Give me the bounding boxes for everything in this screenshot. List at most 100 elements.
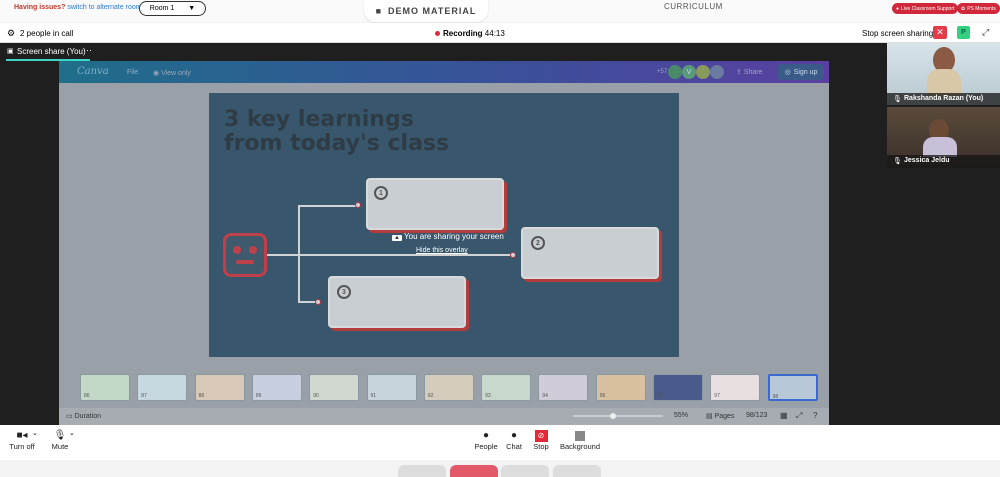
people-label: People [474,442,498,451]
thumbnail-page-number: 96 [657,393,663,399]
background-label: Background [559,442,601,451]
zoom-level: 55% [674,412,689,419]
room-selector[interactable]: Room 1 ▼ [139,1,206,16]
close-icon: ✕ [936,27,944,37]
slide-thumbnail[interactable]: 88 [194,374,245,401]
background-button[interactable]: Background [558,430,602,451]
background-icon [575,431,585,441]
issues-text: Having issues? [14,4,66,11]
bottom-tab[interactable] [553,465,601,477]
pages-icon: ▤ [706,413,713,420]
people-count: 2 people in call [20,29,74,38]
page-counter: 98/123 [746,412,768,419]
canva-signup-button[interactable]: ◎ Sign up [778,64,824,80]
learning-number-3: 3 [337,285,351,299]
user-avatar-badge[interactable]: P [957,26,970,39]
slide-thumbnail[interactable]: 95 [595,374,646,401]
call-toolbar [0,425,1000,460]
connector-line [298,205,358,207]
slide-title-line1: 3 key learnings [224,107,414,132]
duration-button[interactable]: ▭ Duration [66,412,101,420]
stop-share-icon: ⊘ [534,430,548,442]
curriculum-link[interactable]: CURRICULUM [664,2,723,11]
caret-down-icon: ▼ [188,5,196,12]
thumbnail-page-number: 86 [84,393,90,399]
recording-status: Recording 44:13 [435,29,505,38]
help-icon[interactable]: ? [813,411,817,420]
participant-name: Rakshanda Razan (You) [904,95,984,102]
participant-tile-self[interactable]: 🎙 Rakshanda Razan (You) [887,43,1000,105]
bottom-tab[interactable] [501,465,549,477]
participant-tile-jessica[interactable]: 🎙 Jessica Jeldu [887,107,1000,168]
people-icon: ● [482,430,490,441]
people-button[interactable]: ● People [472,430,500,451]
zoom-slider-handle[interactable] [610,413,616,419]
thumbnail-page-number: 97 [714,393,720,399]
canva-logo: Canva [77,66,109,77]
live-support-button[interactable]: ● Live Classroom Support [892,3,959,14]
grid-view-icon[interactable]: ▦ [780,411,788,420]
chat-icon: ● [510,430,518,441]
fullscreen-icon[interactable]: ⤢ [796,411,802,421]
learning-number-1: 1 [374,186,388,200]
slide-thumbnail[interactable]: 97 [710,374,761,401]
slide-thumbnail[interactable]: 92 [423,374,474,401]
slide-thumbnail[interactable]: 87 [137,374,188,401]
chat-label: Chat [506,442,522,451]
live-support-label: Live Classroom Support [901,5,955,12]
learning-box-3: 3 [328,276,466,328]
slide-thumbnail[interactable]: 98 [767,374,818,401]
stop-sharing-label: Stop screen sharing [862,29,934,38]
collaborator-count: +57 [657,69,668,75]
chat-button[interactable]: ● Chat [503,430,525,451]
slide-thumbnail[interactable]: 89 [251,374,302,401]
mute-label: Mute [51,442,69,451]
robot-eye [233,246,241,254]
bottom-tab[interactable] [398,465,446,477]
slide-thumbnail[interactable]: 93 [481,374,532,401]
slide-thumbnail[interactable]: 86 [80,374,130,401]
room-label: Room 1 [149,5,175,12]
slide-thumbnail[interactable]: 91 [366,374,417,401]
demo-material-label: DEMO MATERIAL [388,6,477,16]
mic-options-chevron-icon[interactable]: ⌄ [69,429,75,437]
canva-signup-label: Sign up [793,68,818,76]
canva-file-menu[interactable]: File [127,69,138,76]
canva-view-only: ◉ View only [153,69,191,77]
stop-sharing-button[interactable]: ✕ [933,26,947,39]
screen-share-tab[interactable]: Screen share (You) [17,47,86,56]
hide-overlay-link[interactable]: Hide this overlay [416,247,468,254]
pages-button[interactable]: ▤ Pages [706,412,734,420]
ps-moments-button[interactable]: ✿ PS Moments [957,3,1000,14]
thumbnail-page-number: 89 [255,393,262,399]
screen-share-tab-bar [0,43,886,61]
thumbnail-page-number: 93 [485,393,491,399]
learning-number-2: 2 [531,236,545,250]
slide-thumbnail[interactable]: 90 [309,374,360,401]
connector-dot [315,299,321,305]
timer-icon: ▭ [66,413,73,420]
sharing-overlay: ▲ You are sharing your screen [392,232,504,241]
demo-material-button[interactable]: ■ DEMO MATERIAL [364,0,488,22]
turn-off-label: Turn off [9,442,35,451]
thumbnail-page-number: 95 [599,393,606,399]
settings-gear-icon[interactable]: ⚙ [7,28,15,39]
more-options-icon[interactable]: ··· [83,45,92,55]
bottom-tab-active[interactable] [450,465,498,477]
zoom-slider[interactable] [573,415,663,417]
expand-icon[interactable]: ⤢ [982,27,989,38]
stop-share-button[interactable]: ⊘ Stop [530,430,552,451]
view-only-label: View only [161,70,191,77]
thumbnail-page-number: 87 [141,393,147,399]
eye-icon: ◉ [153,70,160,77]
microphone-icon: 🎙 [893,158,902,165]
stop-label: Stop [533,442,549,451]
slide-thumbnail[interactable]: 94 [538,374,589,401]
slide-thumbnail[interactable]: 96 [653,374,703,401]
canva-share-button[interactable]: ⇪ Share [736,68,763,76]
issues-notice: Having issues? switch to alternate room [14,4,142,11]
camera-options-chevron-icon[interactable]: ⌄ [32,429,38,437]
thumbnail-page-number: 88 [198,393,205,399]
alternate-room-link[interactable]: switch to alternate room [67,4,141,11]
ps-moments-label: PS Moments [967,5,996,12]
